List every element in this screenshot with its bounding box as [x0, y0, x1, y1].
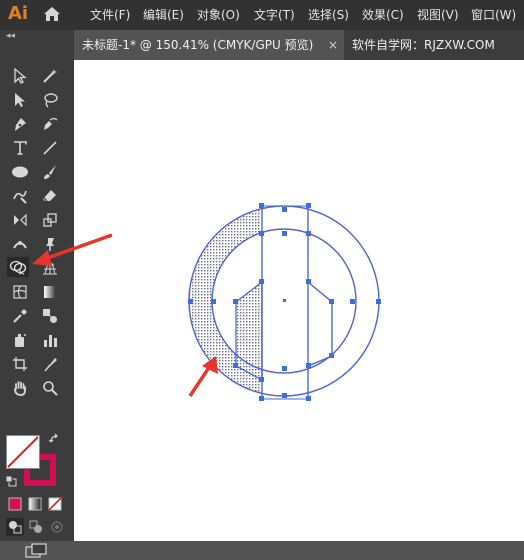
home-icon[interactable]	[42, 4, 62, 24]
slice-tool-icon[interactable]	[39, 354, 61, 374]
draw-normal-mode-icon[interactable]	[6, 518, 24, 536]
default-fill-stroke-icon[interactable]	[4, 474, 18, 488]
shape-builder-tool-icon[interactable]	[7, 257, 29, 277]
hand-tool-icon[interactable]	[9, 378, 31, 398]
swap-fill-stroke-icon[interactable]	[48, 432, 62, 446]
line-segment-tool-icon[interactable]	[39, 138, 61, 158]
symbol-sprayer-tool-icon[interactable]	[9, 330, 31, 350]
tab-close-icon[interactable]: ×	[328, 30, 338, 60]
paintbrush-tool-icon[interactable]	[39, 162, 61, 182]
shaper-tool-icon[interactable]	[9, 186, 31, 206]
none-mode-button-icon[interactable]	[47, 496, 63, 512]
artboard-tool-icon[interactable]	[9, 354, 31, 374]
gradient-mode-button-icon[interactable]	[27, 496, 43, 512]
menu-edit[interactable]: 编辑(E)	[143, 0, 184, 30]
none-slash-icon	[7, 436, 39, 468]
eyedropper-tool-icon[interactable]	[9, 306, 31, 326]
mesh-tool-icon[interactable]	[9, 282, 31, 302]
selection-tool-icon[interactable]	[9, 66, 31, 86]
document-tab[interactable]: 未标题-1* @ 150.41% (CMYK/GPU 预览) ×	[74, 30, 344, 60]
menu-bar: Ai 文件(F) 编辑(E) 对象(O) 文字(T) 选择(S) 效果(C) 视…	[0, 0, 524, 30]
reflect-tool-icon[interactable]	[9, 210, 31, 230]
document-tab-title: 未标题-1* @ 150.41% (CMYK/GPU 预览)	[82, 38, 314, 52]
menu-select[interactable]: 选择(S)	[308, 0, 349, 30]
ellipse-tool-icon[interactable]	[9, 162, 31, 182]
perspective-grid-tool-icon[interactable]	[39, 258, 61, 278]
tools-panel: ◂◂	[0, 30, 74, 558]
draw-behind-mode-icon[interactable]	[27, 518, 45, 536]
app-logo: Ai	[8, 3, 29, 24]
direct-selection-tool-icon[interactable]	[9, 90, 31, 110]
artboard-canvas[interactable]	[74, 60, 524, 541]
width-tool-icon[interactable]	[9, 234, 31, 254]
document-tab-bar: 未标题-1* @ 150.41% (CMYK/GPU 预览) × 软件自学网：R…	[74, 30, 524, 60]
menu-effect[interactable]: 效果(C)	[362, 0, 404, 30]
screen-mode-icon[interactable]	[24, 542, 48, 560]
puppet-warp-tool-icon[interactable]	[39, 234, 61, 254]
menu-object[interactable]: 对象(O)	[197, 0, 240, 30]
artwork[interactable]	[74, 60, 524, 541]
lasso-tool-icon[interactable]	[39, 90, 61, 110]
fill-swatch-none[interactable]	[6, 435, 40, 469]
menu-view[interactable]: 视图(V)	[417, 0, 459, 30]
magic-wand-tool-icon[interactable]	[39, 66, 61, 86]
draw-inside-mode-icon[interactable]	[48, 518, 66, 536]
scale-tool-icon[interactable]	[39, 210, 61, 230]
gradient-tool-icon[interactable]	[39, 282, 61, 302]
curvature-tool-icon[interactable]	[39, 114, 61, 134]
collapse-panel-icon[interactable]: ◂◂	[6, 30, 15, 42]
color-mode-button-icon[interactable]	[7, 496, 23, 512]
type-tool-icon[interactable]	[9, 138, 31, 158]
pen-tool-icon[interactable]	[9, 114, 31, 134]
column-graph-tool-icon[interactable]	[39, 330, 61, 350]
zoom-tool-icon[interactable]	[39, 378, 61, 398]
menu-window[interactable]: 窗口(W)	[471, 0, 516, 30]
menu-type[interactable]: 文字(T)	[254, 0, 295, 30]
right-branch	[307, 281, 333, 367]
blend-tool-icon[interactable]	[39, 306, 61, 326]
eraser-tool-icon[interactable]	[39, 186, 61, 206]
watermark-text: 软件自学网：RJZXW.COM	[352, 38, 495, 52]
menu-file[interactable]: 文件(F)	[90, 0, 130, 30]
